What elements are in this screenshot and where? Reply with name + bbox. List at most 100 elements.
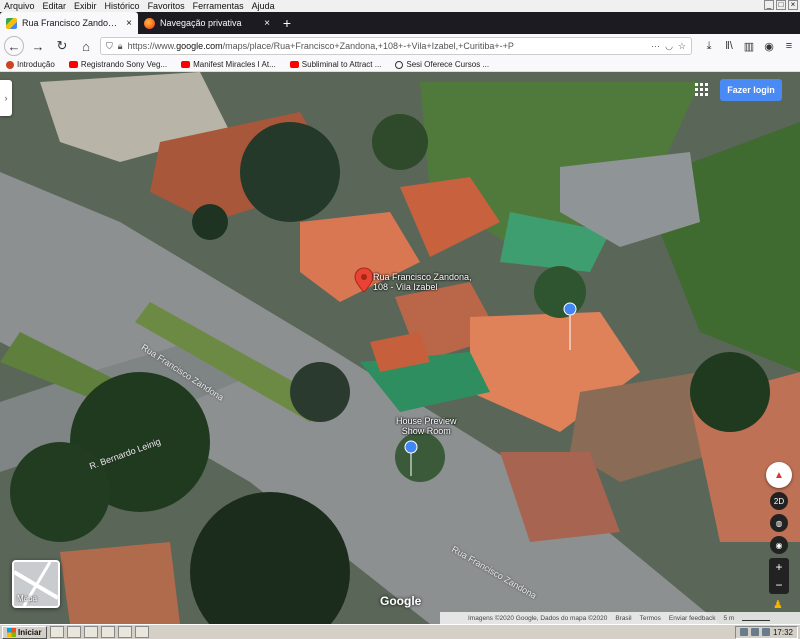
my-location-button[interactable]: ◉ [770, 536, 788, 554]
menu-historico[interactable]: Histórico [101, 1, 144, 11]
scale-label: 5 m [723, 614, 735, 622]
more-dots-icon[interactable]: ··· [651, 41, 660, 51]
menu-icon[interactable]: ≡ [782, 40, 796, 53]
bookmark-label: Introdução [17, 60, 55, 69]
compass-button[interactable]: ▲ [766, 462, 792, 488]
forward-button[interactable]: → [28, 36, 48, 56]
google-maps-icon [6, 17, 17, 29]
app-taskbar-icon[interactable] [117, 626, 132, 638]
start-button[interactable]: Iniciar [2, 625, 47, 639]
close-button[interactable]: × [788, 0, 798, 10]
scale-bar [742, 615, 771, 621]
firefox-taskbar-icon[interactable] [49, 626, 64, 638]
maximize-button[interactable]: □ [776, 0, 786, 10]
new-tab-button[interactable]: + [276, 12, 298, 34]
map-controls: ▲ 2D ◍ ◉ + − ♟ [766, 462, 792, 612]
youtube-icon [181, 61, 191, 68]
poi-label-line2: Show Room [401, 426, 451, 436]
volume-icon[interactable] [761, 628, 770, 636]
close-tab-icon[interactable]: × [126, 18, 132, 29]
minimize-button[interactable]: _ [764, 0, 774, 10]
menu-ferramentas[interactable]: Ferramentas [189, 1, 248, 11]
apps-grid-icon [695, 83, 698, 86]
app2-taskbar-icon[interactable] [134, 626, 149, 638]
bookmark-manifest-miracles[interactable]: Manifest Miracles I At... [181, 60, 276, 69]
zoom-out-button[interactable]: − [769, 576, 789, 594]
bookmark-introducao[interactable]: Introdução [6, 60, 55, 69]
star-icon[interactable]: ☆ [678, 41, 686, 52]
taskbar: Iniciar 17:32 [0, 624, 800, 639]
location-target-icon: ◉ [775, 540, 783, 550]
map-attribution: Imagens ©2020 Google, Dados do mapa ©202… [440, 612, 800, 624]
terms-link[interactable]: Termos [640, 615, 661, 622]
satellite-imagery [0, 72, 800, 624]
login-button[interactable]: Fazer login [720, 79, 782, 101]
browser-taskbar-icon[interactable] [66, 626, 81, 638]
map-layer-label: Mapa [17, 594, 38, 603]
url-path: /maps/place/Rua+Francisco+Zandona,+108+-… [222, 41, 514, 51]
tray-icon[interactable] [750, 628, 759, 636]
library-icon[interactable]: ‖\ [722, 40, 736, 53]
home-button[interactable]: ⌂ [76, 36, 96, 56]
bookmark-sony-vegas[interactable]: Registrando Sony Veg... [68, 60, 168, 69]
bookmark-label: Registrando Sony Veg... [80, 60, 168, 69]
menu-exibir[interactable]: Exibir [70, 1, 101, 11]
map-layer-toggle[interactable]: Mapa [12, 560, 60, 608]
bookmark-label: Subliminal to Attract ... [301, 60, 382, 69]
google-apps-button[interactable] [694, 82, 708, 96]
map-canvas[interactable]: › Fazer login Rua Francisco Zandona, 108… [0, 72, 800, 624]
menu-favoritos[interactable]: Favoritos [144, 1, 189, 11]
poi-marker-icon [404, 440, 418, 454]
address-bar[interactable]: ⛉ 🔒︎ https://www.google.com/maps/place/R… [100, 37, 692, 55]
menu-editar[interactable]: Editar [39, 1, 71, 11]
account-icon[interactable]: ◉ [762, 40, 776, 53]
bookmark-sesi[interactable]: Sesi Oferece Cursos ... [395, 60, 489, 69]
navigation-bar: ← → ↻ ⌂ ⛉ 🔒︎ https://www.google.com/maps… [0, 34, 800, 58]
feedback-link[interactable]: Enviar feedback [669, 615, 716, 622]
bookmark-label: Sesi Oferece Cursos ... [406, 60, 490, 69]
url-text: https://www.google.com/maps/place/Rua+Fr… [128, 41, 647, 51]
window-controls: _ □ × [764, 0, 798, 10]
menu-ajuda[interactable]: Ajuda [248, 1, 279, 11]
bookmark-label: Manifest Miracles I At... [193, 60, 276, 69]
country-link[interactable]: Brasil [615, 615, 631, 622]
pocket-icon[interactable]: ◡ [665, 41, 673, 52]
menu-arquivo[interactable]: Arquivo [0, 1, 39, 11]
tab-title: Navegação privativa [160, 18, 242, 28]
globe-icon [395, 60, 404, 69]
google-logo: Google [380, 594, 422, 608]
bookmark-subliminal[interactable]: Subliminal to Attract ... [289, 60, 382, 69]
globe-icon: ◍ [775, 518, 783, 528]
bookmarks-bar: Introdução Registrando Sony Veg... Manif… [0, 58, 800, 72]
tray-icon[interactable] [739, 628, 748, 636]
tilt-2d-button[interactable]: 2D [770, 492, 788, 510]
poi-label-house-preview[interactable]: House Preview Show Room [396, 416, 457, 436]
reload-button[interactable]: ↻ [52, 36, 72, 56]
sidebar-icon[interactable]: ▥ [742, 40, 756, 53]
side-panel-toggle[interactable]: › [0, 80, 12, 116]
start-label: Iniciar [18, 627, 42, 637]
tab-google-maps[interactable]: Rua Francisco Zandona, 108 - Vila ... × [0, 12, 138, 34]
home-icon: ⌂ [82, 38, 90, 54]
poi-label-line1: House Preview [396, 416, 457, 426]
poi-marker-icon [563, 302, 577, 316]
close-tab-icon[interactable]: × [264, 18, 270, 29]
download-icon[interactable]: ⤓ [702, 40, 716, 53]
youtube-icon [68, 61, 78, 68]
mozilla-icon [6, 60, 14, 69]
zoom-in-button[interactable]: + [769, 558, 789, 576]
chevron-right-icon: › [4, 93, 8, 103]
place-label[interactable]: Rua Francisco Zandona, 108 - Vila Izabel [373, 272, 472, 292]
globe-view-button[interactable]: ◍ [770, 514, 788, 532]
pegman-icon[interactable]: ♟ [773, 598, 785, 612]
tab-private-browsing[interactable]: Navegação privativa × [138, 12, 276, 34]
reload-icon: ↻ [56, 38, 68, 53]
tab-title: Rua Francisco Zandona, 108 - Vila ... [22, 18, 121, 28]
explorer-taskbar-icon[interactable] [83, 626, 98, 638]
lock-icon: 🔒︎ [117, 40, 123, 51]
media-taskbar-icon[interactable] [100, 626, 115, 638]
shield-icon: ⛉ [106, 40, 113, 51]
menu-bar: Arquivo Editar Exibir Histórico Favorito… [0, 0, 800, 12]
imagery-credit: Imagens ©2020 Google, Dados do mapa ©202… [468, 614, 608, 622]
back-button[interactable]: ← [4, 36, 24, 56]
